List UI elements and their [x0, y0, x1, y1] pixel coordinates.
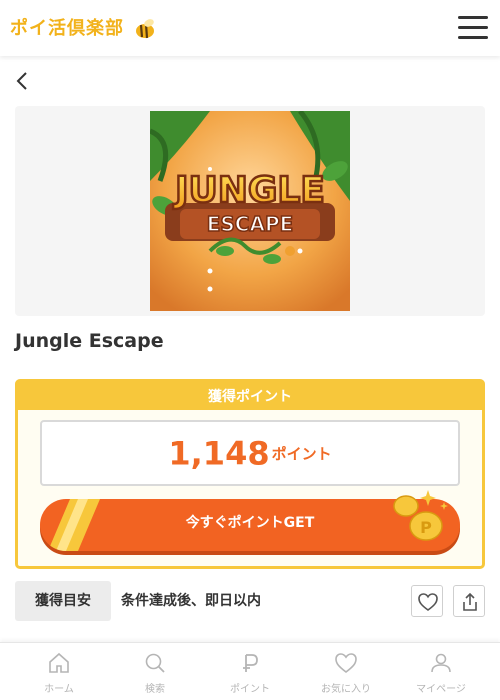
tab-favorites[interactable]: お気に入り [296, 643, 396, 700]
heart-icon [418, 593, 438, 611]
bottom-tab-bar: ホーム 検索 ポイント お気に入り マイページ [0, 642, 500, 700]
app-image-area: JUNGLE ESCAPE [15, 106, 485, 316]
bee-logo-icon [136, 19, 155, 39]
favorite-button[interactable] [411, 585, 443, 617]
home-icon [49, 652, 69, 673]
points-panel: 1,148 ポイント [40, 420, 460, 486]
share-icon [463, 592, 477, 611]
points-value: 1,148 [168, 434, 270, 473]
tab-points[interactable]: ポイント [200, 643, 300, 700]
app-title: Jungle Escape [15, 330, 164, 352]
user-icon [431, 653, 451, 673]
logo-text: ポイ活倶楽部 [10, 18, 124, 39]
point-icon [243, 654, 258, 672]
points-header: 獲得ポイント [18, 382, 482, 410]
heart-icon [335, 653, 357, 674]
hero-title-line2: ESCAPE [207, 212, 294, 236]
hamburger-menu-icon[interactable] [458, 14, 488, 40]
tab-mypage[interactable]: マイページ [391, 643, 491, 700]
tab-label-points: ポイント [230, 684, 270, 695]
coins-icon: P [393, 490, 448, 541]
condition-tag: 獲得目安 [15, 581, 111, 621]
chevron-left-icon [16, 72, 27, 90]
app-icon-image: JUNGLE ESCAPE [150, 111, 350, 311]
tab-label-favorites: お気に入り [321, 684, 371, 695]
tab-search[interactable]: 検索 [105, 643, 205, 700]
back-button[interactable] [14, 70, 34, 92]
tab-label-home: ホーム [44, 684, 74, 695]
points-unit: ポイント [271, 444, 332, 463]
hero-title-line1: JUNGLE [172, 170, 325, 211]
svg-text:P: P [420, 518, 432, 537]
tab-label-search: 検索 [145, 684, 165, 695]
app-header: ポイ活倶楽部 [0, 0, 500, 56]
tab-home[interactable]: ホーム [9, 643, 109, 700]
share-button[interactable] [453, 585, 485, 617]
site-logo[interactable]: ポイ活倶楽部 [10, 14, 157, 40]
search-icon [145, 653, 165, 673]
tab-label-mypage: マイページ [416, 684, 466, 695]
condition-text: 条件達成後、即日以内 [121, 593, 261, 609]
